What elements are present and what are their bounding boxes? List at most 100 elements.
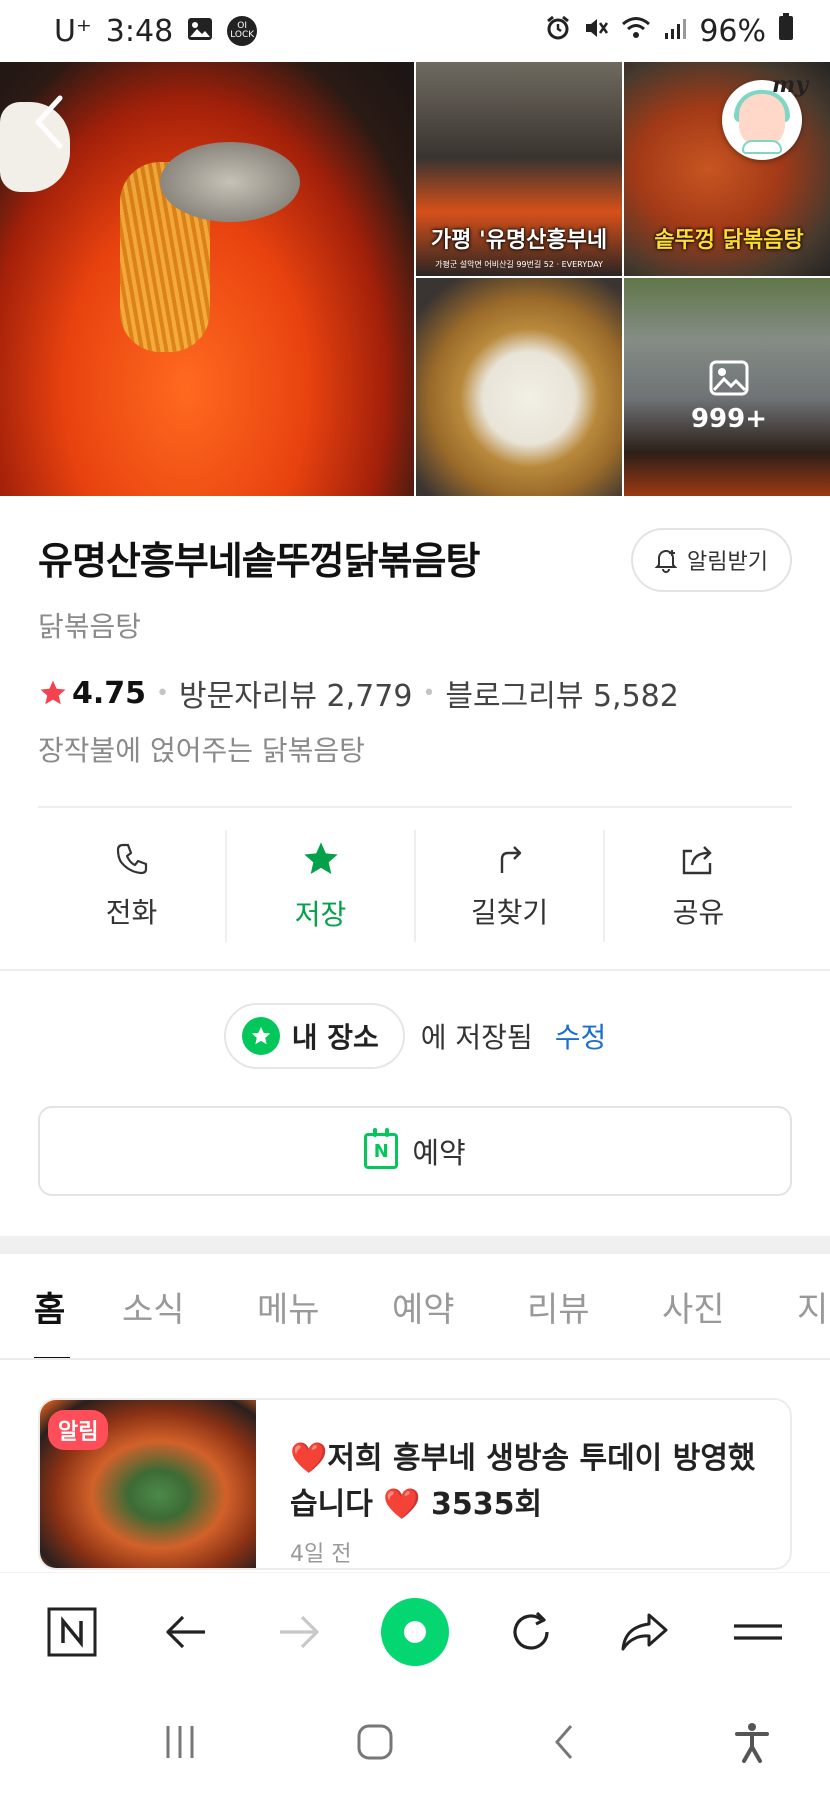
share-arrow-icon <box>621 1613 668 1650</box>
rating-score: 4.75 <box>72 675 147 711</box>
recent-apps-icon <box>166 1726 194 1758</box>
separator-dot: • <box>422 680 436 706</box>
my-places-folder-chip[interactable]: 내 장소 <box>223 1003 405 1069</box>
tab-home[interactable]: 홈 <box>34 1254 122 1358</box>
carrier-label: U⁺ <box>54 13 92 49</box>
bell-plus-icon <box>654 550 678 573</box>
divider <box>38 806 792 808</box>
share-page-button[interactable] <box>612 1600 676 1664</box>
hamburger-icon <box>733 1623 782 1640</box>
tab-location[interactable]: 지 <box>797 1254 830 1358</box>
rating-row: 4.75 • 방문자리뷰 2,779 • 블로그리뷰 5,582 <box>38 671 792 715</box>
tab-photos[interactable]: 사진 <box>662 1254 797 1358</box>
mute-icon <box>583 14 609 49</box>
status-bar: U⁺ 3:48 OI LOCK 96% <box>0 0 830 62</box>
directions-button[interactable]: 길찾기 <box>416 830 605 942</box>
naver-n-icon <box>47 1607 97 1656</box>
battery-percent: 96% <box>699 13 766 49</box>
back-caret-icon <box>555 1725 573 1759</box>
news-card[interactable]: 알림 ❤️저희 흥부네 생방송 투데이 방영했습니다 ❤️ 3535회 4일 전 <box>38 1398 792 1570</box>
photo-caption: 솥뚜껑 닭볶음탕 <box>654 228 804 253</box>
more-photos-overlay: 999+ <box>624 278 830 496</box>
save-label: 저장 <box>294 898 347 931</box>
more-photos-count: 999+ <box>690 404 768 434</box>
alarm-label: 알림받기 <box>687 550 768 575</box>
green-dot-icon <box>403 1620 426 1643</box>
menu-button[interactable] <box>726 1600 790 1664</box>
directions-label: 길찾기 <box>470 896 549 929</box>
rating-star-icon <box>40 680 66 705</box>
photo-thumb[interactable]: 가평 '유명산흥부네 가평군 설악면 어비산길 99번길 52 · EVERYD… <box>416 62 622 276</box>
directions-arrow-icon <box>500 846 521 873</box>
edit-saved-link[interactable]: 수정 <box>555 1016 607 1056</box>
green-dot-button[interactable] <box>380 1597 449 1666</box>
place-info: 유명산흥부네솥뚜껑닭볶음탕 닭볶음탕 알림받기 4.75 • 방문자리뷰 2,7… <box>38 528 792 769</box>
photo-more-thumb[interactable]: 999+ <box>624 278 830 496</box>
tab-menu[interactable]: 메뉴 <box>257 1254 392 1358</box>
tab-reservation[interactable]: 예약 <box>392 1254 527 1358</box>
avatar-shirt <box>742 140 782 154</box>
system-back-button[interactable] <box>549 1722 579 1766</box>
alarm-icon <box>545 14 571 49</box>
my-avatar-button[interactable]: my <box>722 72 808 160</box>
phone-icon <box>116 843 147 875</box>
photo-thumb[interactable]: 솥뚜껑 닭볶음탕 my <box>624 62 830 276</box>
arrow-left-icon <box>166 1615 205 1648</box>
image-icon <box>709 360 749 396</box>
photo-gallery: 가평 '유명산흥부네 가평군 설악면 어비산길 99번길 52 · EVERYD… <box>0 62 830 496</box>
alarm-subscribe-button[interactable]: 알림받기 <box>631 528 792 592</box>
news-timestamp: 4일 전 <box>290 1542 352 1567</box>
arrow-right-icon <box>280 1615 319 1648</box>
back-button[interactable] <box>154 1600 218 1664</box>
photo-thumb[interactable] <box>416 278 622 496</box>
reserve-label: 예약 <box>412 1136 466 1170</box>
clock: 3:48 <box>105 13 174 49</box>
system-home-button[interactable] <box>355 1722 395 1766</box>
refresh-icon <box>513 1611 549 1650</box>
reserve-button[interactable]: N 예약 <box>38 1106 792 1196</box>
home-square-icon <box>357 1724 393 1760</box>
battery-icon <box>778 13 794 49</box>
star-filled-icon <box>303 842 338 874</box>
gallery-notification-icon <box>187 14 213 49</box>
signal-icon <box>663 14 687 49</box>
recent-apps-button[interactable] <box>160 1722 200 1766</box>
news-body: ❤️저희 흥부네 생방송 투데이 방영했습니다 ❤️ 3535회 4일 전 <box>256 1400 790 1568</box>
photo-caption: 가평 '유명산흥부네 <box>430 228 608 253</box>
place-tabs: 홈 소식 메뉴 예약 리뷰 사진 지 <box>0 1254 830 1360</box>
browser-toolbar <box>0 1572 830 1690</box>
divider <box>0 969 830 971</box>
place-category: 닭볶음탕 <box>38 610 142 643</box>
share-icon <box>682 846 712 875</box>
folder-name: 내 장소 <box>291 1021 379 1054</box>
wifi-icon <box>621 14 651 49</box>
news-thumbnail: 알림 <box>40 1400 256 1568</box>
back-chevron-icon[interactable] <box>30 92 70 152</box>
saved-status-row: 내 장소 에 저장됨 수정 <box>0 1003 830 1069</box>
main-photo[interactable] <box>0 62 414 496</box>
naver-calendar-icon: N <box>364 1128 399 1169</box>
avatar-my-tag: my <box>771 72 808 98</box>
news-title: ❤️저희 흥부네 생방송 투데이 방영했습니다 ❤️ 3535회 <box>290 1441 756 1522</box>
refresh-button[interactable] <box>499 1600 563 1664</box>
tab-reviews[interactable]: 리뷰 <box>527 1254 662 1358</box>
blog-reviews-link[interactable]: 블로그리뷰 5,582 <box>445 671 678 715</box>
naver-home-button[interactable] <box>40 1600 104 1664</box>
visitor-reviews-link[interactable]: 방문자리뷰 2,779 <box>179 671 412 715</box>
star-circle-icon <box>241 1017 280 1055</box>
lock-app-icon: OI LOCK <box>227 16 258 46</box>
photo-subcaption: 가평군 설악면 어비산길 99번길 52 · EVERYDAY <box>435 260 603 269</box>
accessibility-icon <box>734 1723 769 1763</box>
call-label: 전화 <box>105 896 158 929</box>
notice-badge: 알림 <box>48 1410 109 1450</box>
tab-news[interactable]: 소식 <box>122 1254 257 1358</box>
section-separator <box>0 1236 830 1254</box>
action-bar: 전화 저장 길찾기 공유 <box>38 830 792 942</box>
forward-button[interactable] <box>267 1600 331 1664</box>
share-button[interactable]: 공유 <box>605 830 792 942</box>
call-button[interactable]: 전화 <box>38 830 227 942</box>
separator-dot: • <box>156 680 170 706</box>
save-button[interactable]: 저장 <box>227 830 416 942</box>
system-navigation-bar <box>0 1690 830 1798</box>
accessibility-button[interactable] <box>734 1721 770 1767</box>
